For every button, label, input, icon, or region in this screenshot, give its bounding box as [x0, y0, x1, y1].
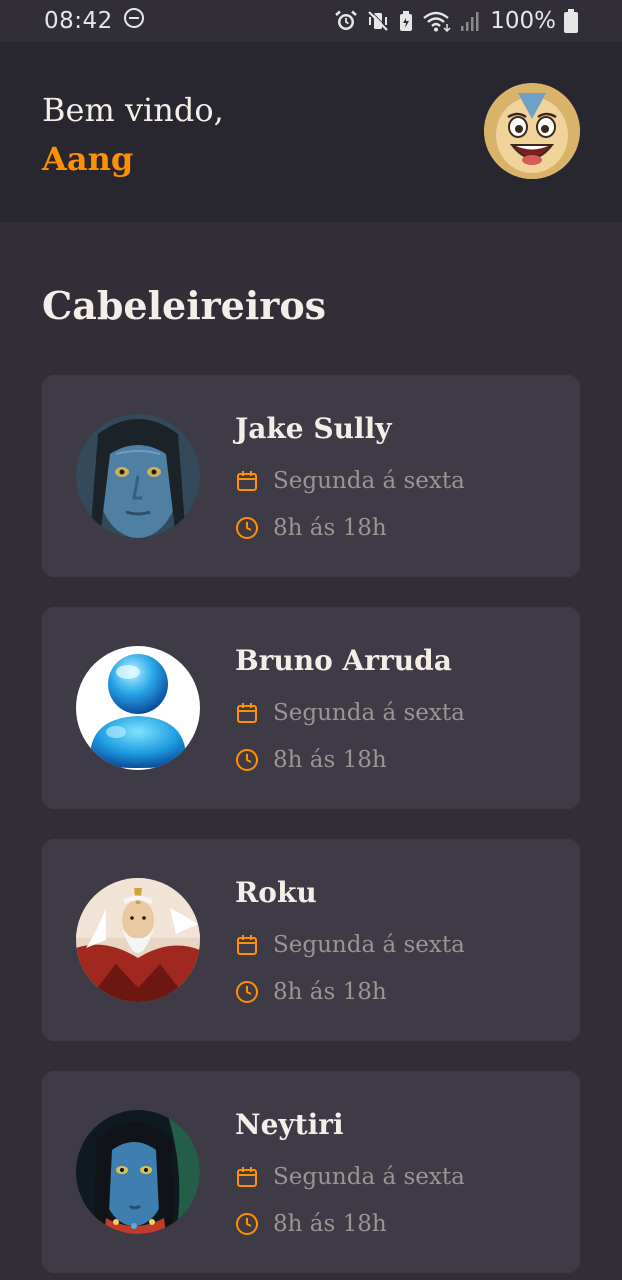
clock-icon: [236, 981, 258, 1003]
provider-days-text: Segunda á sexta: [273, 1164, 465, 1190]
provider-card[interactable]: Jake Sully Segunda á sexta 8h ás 18h: [42, 375, 580, 577]
provider-hours-text: 8h ás 18h: [273, 1211, 387, 1237]
provider-days: Segunda á sexta: [235, 1160, 465, 1194]
provider-days-text: Segunda á sexta: [273, 700, 465, 726]
status-time: 08:42: [44, 8, 113, 34]
provider-name: Jake Sully: [235, 412, 392, 445]
do-not-disturb-icon: [123, 7, 145, 35]
battery-icon: [564, 9, 578, 33]
status-left: 08:42: [44, 7, 145, 35]
provider-days: Segunda á sexta: [235, 464, 465, 498]
provider-card[interactable]: Bruno Arruda Segunda á sexta 8h ás 18h: [42, 607, 580, 809]
provider-avatar: [76, 878, 200, 1002]
clock-icon: [236, 749, 258, 771]
provider-name: Neytiri: [235, 1108, 344, 1141]
calendar-icon: [237, 471, 257, 491]
status-bar: 08:42 100%: [0, 0, 622, 42]
provider-card[interactable]: Neytiri Segunda á sexta 8h ás 18h: [42, 1071, 580, 1273]
provider-avatar: [76, 414, 200, 538]
provider-name: Bruno Arruda: [235, 644, 452, 677]
provider-avatar: [76, 1110, 200, 1234]
provider-hours-text: 8h ás 18h: [273, 979, 387, 1005]
provider-hours-text: 8h ás 18h: [273, 515, 387, 541]
user-name: Aang: [42, 140, 134, 178]
provider-days-text: Segunda á sexta: [273, 468, 465, 494]
provider-hours: 8h ás 18h: [235, 743, 387, 777]
battery-percent: 100%: [490, 8, 556, 34]
provider-days: Segunda á sexta: [235, 696, 465, 730]
provider-card[interactable]: Roku Segunda á sexta 8h ás 18h: [42, 839, 580, 1041]
battery-saver-icon: [398, 10, 414, 32]
provider-hours: 8h ás 18h: [235, 975, 387, 1009]
alarm-icon: [334, 10, 358, 32]
profile-avatar[interactable]: [484, 83, 580, 179]
header: Bem vindo, Aang: [0, 42, 622, 222]
wifi-icon: [422, 10, 452, 32]
provider-name: Roku: [235, 876, 317, 909]
provider-hours: 8h ás 18h: [235, 1207, 387, 1241]
provider-avatar: [76, 646, 200, 770]
welcome-text: Bem vindo,: [42, 91, 224, 129]
provider-hours: 8h ás 18h: [235, 511, 387, 545]
signal-icon: [460, 10, 480, 32]
status-right: 100%: [334, 8, 578, 34]
calendar-icon: [237, 1167, 257, 1187]
clock-icon: [236, 517, 258, 539]
vibrate-mute-icon: [366, 10, 390, 32]
provider-days: Segunda á sexta: [235, 928, 465, 962]
calendar-icon: [237, 935, 257, 955]
calendar-icon: [237, 703, 257, 723]
provider-days-text: Segunda á sexta: [273, 932, 465, 958]
clock-icon: [236, 1213, 258, 1235]
provider-hours-text: 8h ás 18h: [273, 747, 387, 773]
section-title: Cabeleireiros: [42, 283, 327, 328]
